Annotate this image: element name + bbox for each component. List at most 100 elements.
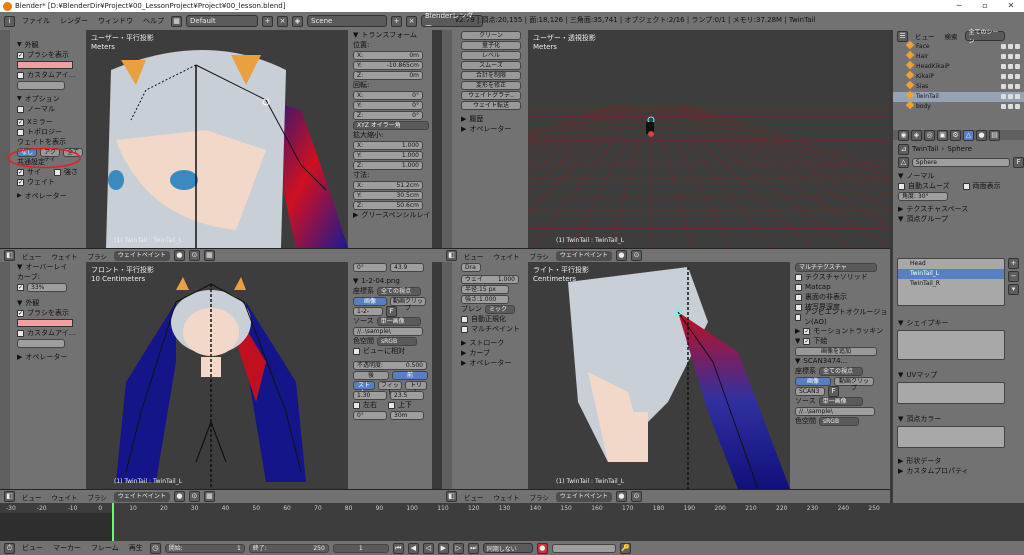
pos-y-field[interactable]: -10.865cm [387, 62, 419, 69]
menu-brush[interactable]: ブラシ [88, 251, 107, 261]
operator-section-3[interactable]: オペレーター [25, 352, 67, 362]
weight-checkbox[interactable]: ✓ [17, 178, 24, 186]
scan-filepath-field[interactable]: //..\sample\ [795, 406, 875, 416]
bg-crop-button[interactable]: トリム [405, 380, 427, 396]
grease-pencil-layer[interactable]: グリースペンシルレイ [361, 210, 430, 220]
vgroup-twintail-r[interactable]: TwinTail_R [898, 279, 1004, 289]
multi-paint-checkbox[interactable] [461, 325, 468, 333]
overlay-alpha-field[interactable]: 33% [27, 282, 67, 292]
editor-type-icon-2[interactable]: ◧ [4, 250, 15, 261]
bg-source-select[interactable]: 単一画像 [376, 316, 421, 326]
geometry-data-section[interactable]: 形状データ [906, 456, 941, 466]
brush-strength-field[interactable]: 強さ:1.000 [461, 294, 509, 304]
start-frame-field[interactable]: 1 [237, 545, 241, 552]
insert-key-icon[interactable]: 🔑 [619, 542, 631, 554]
menu-weight-2[interactable]: ウェイト [494, 251, 520, 261]
bg-opacity-field[interactable]: 0.500 [406, 362, 423, 369]
timeline-editor-icon[interactable]: ⏱ [4, 542, 15, 554]
outliner-item-kikaip[interactable]: KikaiP [893, 70, 1024, 82]
menu-weight-3[interactable]: ウェイト [52, 492, 78, 502]
bg-tab-image[interactable]: 画像 [353, 296, 387, 306]
bg-rotation-field[interactable]: 0° [353, 410, 387, 420]
current-frame-marker[interactable] [112, 503, 114, 541]
brush-select[interactable]: Dra [461, 262, 481, 272]
bg-coord-select[interactable]: 全ての視点 [377, 286, 421, 296]
mesh-icon[interactable]: △ [898, 156, 909, 168]
bg-colorspace-select[interactable]: sRGB [377, 336, 417, 346]
shading-icon[interactable]: ● [173, 250, 185, 261]
bg-flip-x-checkbox[interactable] [353, 401, 360, 409]
normal-checkbox[interactable] [17, 105, 24, 113]
scan-tab-image[interactable]: 画像 [795, 376, 831, 386]
record-icon[interactable]: ● [536, 542, 548, 554]
vgroup-add-button[interactable]: + [1008, 258, 1019, 269]
toolshelf-tabs[interactable] [0, 30, 10, 248]
scan-tab-clip[interactable]: 動画クリップ [834, 376, 874, 392]
size-checkbox[interactable]: ✓ [17, 168, 24, 176]
minimize-button[interactable]: ─ [946, 0, 972, 12]
layout-icon[interactable]: ▦ [171, 15, 182, 27]
rotation-mode-select[interactable]: XYZ オイラー角 [353, 120, 429, 130]
close-button[interactable]: ✕ [998, 0, 1024, 12]
shading-icon-2[interactable]: ● [615, 250, 627, 261]
bg-fake-user-button[interactable]: F [386, 305, 397, 317]
scan-coord-select[interactable]: 全ての視点 [819, 366, 863, 376]
motion-tracking-checkbox[interactable]: ✓ [803, 327, 811, 335]
custom-icon-path-2[interactable] [17, 338, 65, 348]
pos-z-field[interactable]: 0m [409, 72, 419, 79]
bg-image-datablock[interactable]: 1-2- [353, 306, 383, 316]
operator-section-2[interactable]: オペレーター [469, 124, 511, 134]
viewport-top-right[interactable]: ユーザー・透視投影 Meters (1) TwinTail : TwinTail… [528, 30, 890, 248]
custom-icon-checkbox[interactable] [17, 71, 24, 79]
props-object-tab[interactable]: ▣ [937, 129, 948, 141]
outliner-item-body[interactable]: body [893, 100, 1024, 112]
quantize-button[interactable]: 量子化 [461, 40, 521, 50]
props-data-tab[interactable]: △ [963, 129, 974, 141]
brush-color-swatch-2[interactable] [17, 319, 73, 327]
timeline[interactable]: -30 -20 -10 0 10 20 30 40 50 60 70 80 90 100 110 120 130… [0, 503, 1024, 541]
remove-layout-button[interactable]: × [277, 15, 288, 27]
bg-stretch-button[interactable]: ストレ [353, 380, 375, 396]
blend-select[interactable]: ミック [485, 304, 515, 314]
vertex-group-list[interactable]: Head TwinTail_L TwinTail_R [897, 258, 1005, 306]
sync-select[interactable]: 同期しない [482, 543, 533, 553]
bg-offset-y[interactable]: 23.5 [390, 390, 424, 400]
pin-icon[interactable]: ⊿ [898, 143, 909, 155]
remove-scene-button[interactable]: × [406, 15, 417, 27]
props-texture-tab[interactable]: ▤ [989, 129, 1000, 141]
pivot-icon-4[interactable]: ⊙ [630, 491, 642, 502]
props-render-tab[interactable]: ◉ [898, 129, 909, 141]
mode-select[interactable]: ウェイトペイント [113, 250, 170, 261]
viewport-bottom-left[interactable]: フロント・平行投影 10 Centimeters (1) TwinTail : … [86, 262, 348, 489]
add-layout-button[interactable]: + [262, 15, 273, 27]
prev-key-icon[interactable]: ◀ [407, 542, 419, 554]
outliner-item-sias[interactable]: Sias [893, 80, 1024, 92]
bg-front-button[interactable]: 前 [392, 370, 428, 380]
dof-checkbox[interactable] [795, 303, 802, 311]
bg-size-field[interactable]: 43.9 [390, 262, 424, 272]
editor-type-icon-4[interactable]: ◧ [4, 491, 15, 502]
current-frame-field[interactable]: 1 [332, 543, 389, 553]
strength-checkbox[interactable] [54, 168, 61, 176]
outliner-scene-select[interactable]: 全てのシーン [964, 29, 1005, 45]
brush-panel-tabs[interactable] [442, 262, 452, 489]
weight-tools-tabs[interactable] [442, 30, 452, 248]
brush-color-swatch[interactable] [17, 61, 73, 69]
outliner-menu-view[interactable]: ビュー [915, 31, 935, 41]
outliner-editor-icon[interactable]: ☰ [897, 30, 908, 42]
curve-section[interactable]: カーブ [469, 348, 490, 358]
bg-view-relative-checkbox[interactable] [353, 347, 360, 355]
dim-y-field[interactable]: 30.5cm [396, 192, 419, 199]
uv-map-list[interactable] [897, 382, 1005, 404]
brush-weight-field[interactable]: 1.000 [498, 276, 515, 283]
outliner-item-twintail[interactable]: TwinTail [893, 90, 1024, 102]
shape-keys-section[interactable]: シェイプキー [906, 318, 948, 328]
history-section[interactable]: 履歴 [469, 114, 483, 124]
overlay-section[interactable]: オーバーレイ [25, 262, 67, 272]
bg-filepath-field[interactable]: //..\sample\ [353, 326, 423, 336]
scale-y-field[interactable]: 1.000 [402, 152, 419, 159]
operator-section-4[interactable]: オペレーター [469, 358, 511, 368]
pivot-icon-2[interactable]: ⊙ [630, 250, 642, 261]
bg-flip-y-checkbox[interactable] [388, 401, 395, 409]
mode-select-4[interactable]: ウェイトペイント [555, 491, 612, 502]
